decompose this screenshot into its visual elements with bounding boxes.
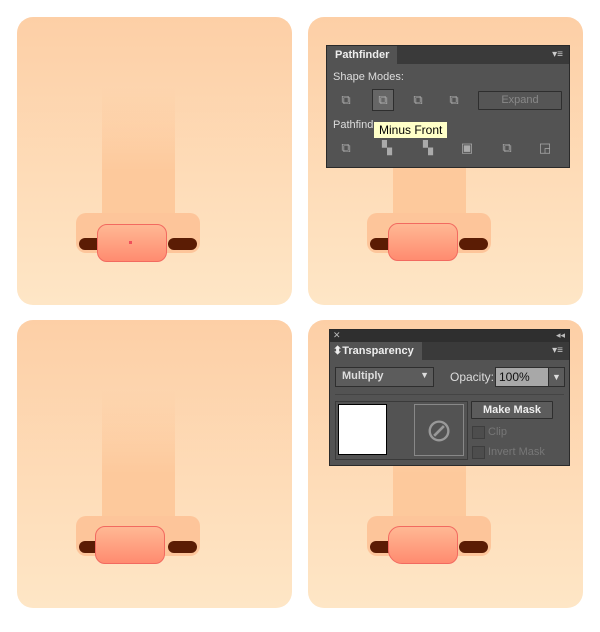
intersect-icon[interactable]: ⧉	[408, 90, 428, 110]
panel-menu-icon[interactable]: ▾≡	[552, 345, 563, 356]
expand-button[interactable]: Expand	[478, 91, 562, 110]
opacity-label: Opacity:	[450, 370, 495, 384]
clip-checkbox[interactable]	[472, 426, 485, 439]
collapse-icon[interactable]: ◂◂	[556, 330, 565, 341]
opacity-input[interactable]: 100%	[495, 367, 550, 387]
chevron-down-icon: ▼	[420, 370, 429, 380]
make-mask-button[interactable]: Make Mask	[471, 401, 553, 419]
invert-mask-label: Invert Mask	[488, 446, 545, 458]
step-1-canvas	[17, 17, 292, 305]
selected-nose-tip[interactable]	[388, 223, 458, 261]
minus-front-icon[interactable]: ⧉	[372, 89, 394, 111]
mask-area: ⊘	[335, 401, 468, 460]
nose-tip-shadow[interactable]	[388, 526, 458, 564]
merge-icon[interactable]: ▚	[418, 138, 438, 158]
invert-mask-checkbox[interactable]	[472, 446, 485, 459]
tab-pathfinder[interactable]: Pathfinder	[327, 46, 398, 64]
outline-icon[interactable]: ⧉	[497, 138, 517, 158]
shape-modes-label: Shape Modes:	[333, 71, 404, 83]
selected-nose-tip[interactable]	[95, 526, 165, 564]
right-nostril	[459, 238, 488, 250]
divide-icon[interactable]: ⧉	[336, 138, 356, 158]
pathfinders-label: Pathfind	[333, 119, 374, 131]
step-3-canvas	[17, 320, 292, 608]
clip-label: Clip	[488, 426, 507, 438]
transparency-panel: ✕ ◂◂ ⬍Transparency ▾≡ Multiply ▼ Opacity…	[329, 329, 570, 466]
crop-icon[interactable]: ▣	[457, 138, 477, 158]
close-icon[interactable]: ✕	[333, 330, 341, 341]
right-nostril	[459, 541, 488, 553]
blend-mode-value: Multiply	[342, 370, 384, 382]
panel-menu-icon[interactable]: ▾≡	[552, 49, 563, 60]
exclude-icon[interactable]: ⧉	[444, 90, 464, 110]
tab-transparency[interactable]: ⬍Transparency	[330, 342, 422, 360]
minus-back-icon[interactable]: ◲	[535, 138, 555, 158]
right-nostril	[168, 238, 197, 250]
opacity-dropdown-button[interactable]: ▼	[548, 367, 565, 387]
right-nostril	[168, 541, 197, 553]
anchor-point[interactable]	[129, 241, 132, 244]
selected-nose-tip[interactable]	[97, 224, 167, 262]
panel-header-bar: ✕ ◂◂	[330, 330, 569, 342]
sort-arrows-icon: ⬍	[333, 345, 343, 357]
object-thumbnail[interactable]	[338, 404, 387, 455]
blend-mode-select[interactable]: Multiply ▼	[335, 367, 434, 387]
no-mask-thumbnail[interactable]: ⊘	[414, 404, 464, 456]
trim-icon[interactable]: ▚	[377, 138, 397, 158]
pathfinder-panel: Pathfinder ▾≡ Shape Modes: ⧉ ⧉ ⧉ ⧉ Expan…	[326, 45, 570, 168]
nose-bridge	[102, 87, 175, 227]
nose-bridge	[102, 390, 175, 530]
tooltip: Minus Front	[374, 122, 448, 138]
divider	[335, 394, 564, 395]
tab-label: Transparency	[342, 345, 414, 357]
unite-icon[interactable]: ⧉	[336, 90, 356, 110]
